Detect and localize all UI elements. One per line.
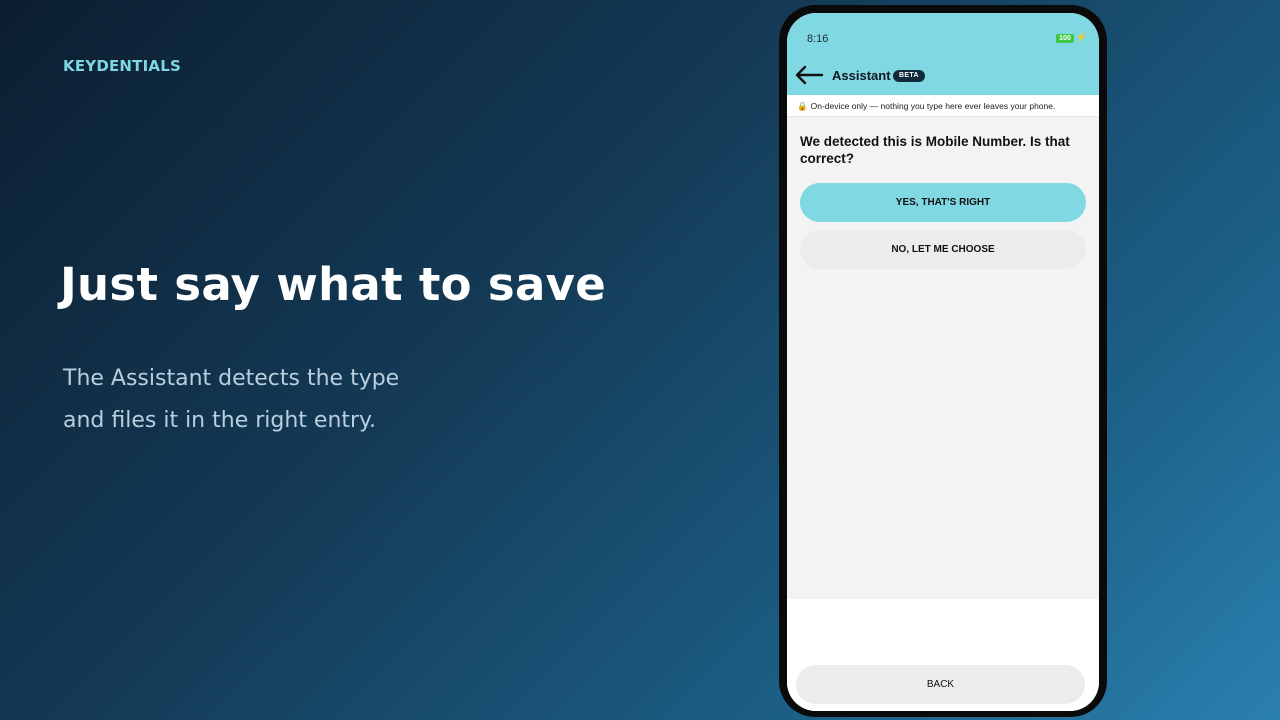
arrow-left-icon[interactable] <box>793 64 825 86</box>
subline-line-2: and files it in the right entry. <box>63 408 376 433</box>
back-button-label: BACK <box>926 679 955 690</box>
choose-type-button[interactable]: NO, LET ME CHOOSE <box>800 230 1086 269</box>
beta-badge: BETA <box>893 70 925 82</box>
status-bar: 8:16 100 ⚡ <box>787 13 1099 59</box>
confirm-yes-label: YES, THAT'S RIGHT <box>895 197 991 208</box>
privacy-notice-text: On-device only — nothing you type here e… <box>810 101 1056 111</box>
charging-icon: ⚡ <box>1076 32 1088 42</box>
phone-frame: 8:16 100 ⚡ Assistant BETA 🔒 On-device onl… <box>779 5 1107 717</box>
brand-logo-text: KEYDENTIALS <box>63 57 181 75</box>
footer: BACK <box>787 599 1099 711</box>
subline: The Assistant detects the type and files… <box>63 358 399 442</box>
back-button[interactable]: BACK <box>796 665 1085 704</box>
privacy-notice: 🔒 On-device only — nothing you type here … <box>787 95 1099 117</box>
status-time: 8:16 <box>807 33 829 45</box>
choose-type-label: NO, LET ME CHOOSE <box>891 244 995 255</box>
subline-line-1: The Assistant detects the type <box>63 366 400 391</box>
battery-icon: 100 <box>1056 34 1074 43</box>
phone-screen: 8:16 100 ⚡ Assistant BETA 🔒 On-device onl… <box>787 13 1099 711</box>
app-bar: Assistant BETA <box>787 59 1099 95</box>
detection-question: We detected this is Mobile Number. Is th… <box>800 134 1070 166</box>
headline: Just say what to save <box>60 258 607 311</box>
assistant-content: We detected this is Mobile Number. Is th… <box>787 117 1099 599</box>
lock-icon: 🔒 <box>797 101 808 111</box>
confirm-yes-button[interactable]: YES, THAT'S RIGHT <box>800 183 1086 222</box>
app-title: Assistant <box>832 68 891 83</box>
